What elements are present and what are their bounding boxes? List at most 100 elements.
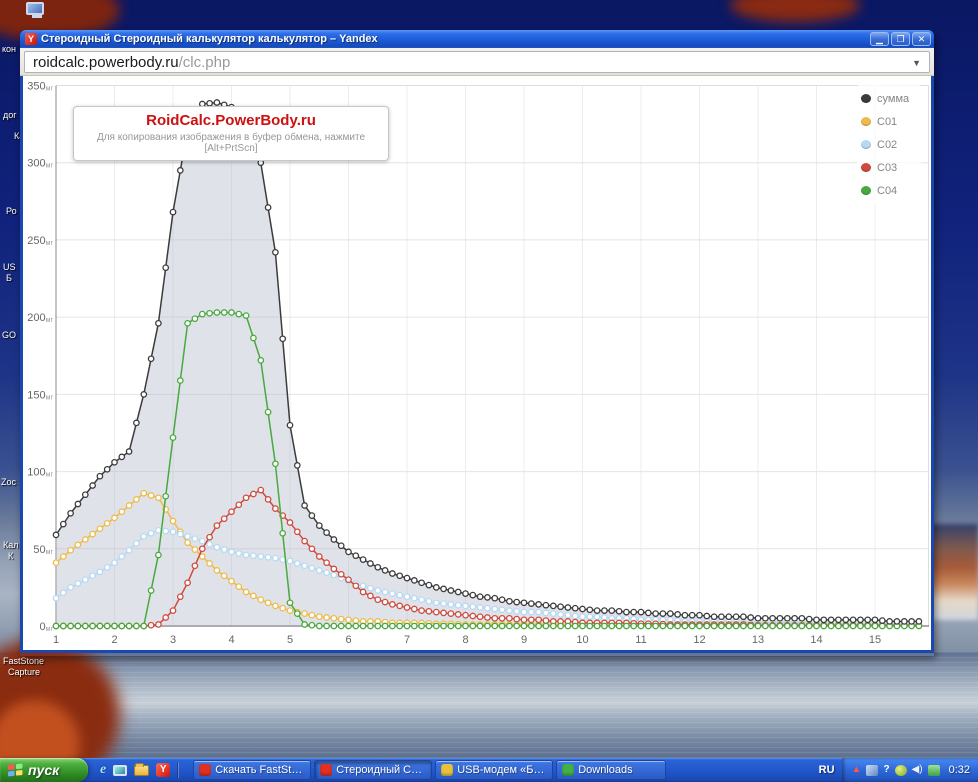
tray-antivirus-icon[interactable] <box>895 765 907 776</box>
legend-item-C01: C01 <box>861 110 917 133</box>
tooltip-subtitle: Для копирования изображения в буфер обме… <box>82 132 380 154</box>
legend-label: сумма <box>877 93 909 105</box>
svg-text:8: 8 <box>462 634 468 646</box>
legend-dot <box>861 117 871 126</box>
svg-text:100мг: 100мг <box>27 467 53 479</box>
language-indicator[interactable]: RU <box>812 762 842 778</box>
internet-icon[interactable]: e <box>100 762 106 778</box>
task-button-1[interactable]: Скачать FastStone ... <box>193 760 311 780</box>
sum-area-fill <box>56 102 919 626</box>
desktop-icon-label[interactable]: GO <box>2 330 16 340</box>
page-content: 0мг50мг100мг150мг200мг250мг300мг350мг123… <box>20 76 934 653</box>
legend-item-сумма: сумма <box>861 87 917 110</box>
yandex-app-icon: Y <box>25 33 37 45</box>
taskbar-clock[interactable]: 0:32 <box>949 764 970 776</box>
svg-text:15: 15 <box>869 634 881 646</box>
display-icon[interactable] <box>113 765 127 776</box>
monitor-icon <box>26 2 44 15</box>
svg-text:13: 13 <box>752 634 764 646</box>
start-button[interactable]: пуск <box>0 758 88 782</box>
quick-launch-divider <box>177 762 179 778</box>
start-label: пуск <box>28 762 59 778</box>
legend-dot <box>861 140 871 149</box>
minimize-button[interactable]: ▁ <box>870 32 889 46</box>
volume-icon[interactable]: ◀) <box>912 765 923 775</box>
svg-text:9: 9 <box>521 634 527 646</box>
legend-item-C03: C03 <box>861 156 917 179</box>
svg-text:7: 7 <box>404 634 410 646</box>
svg-text:10: 10 <box>576 634 588 646</box>
desktop-icon-label[interactable]: кон <box>2 44 16 54</box>
chart-legend: сумма C01C02 C03 C04 <box>857 84 921 205</box>
restore-button[interactable]: ❐ <box>891 32 910 46</box>
trees-right <box>930 524 978 620</box>
desktop-icon-label[interactable]: Zoc <box>1 477 16 487</box>
task-button-4[interactable]: Downloads <box>556 760 666 780</box>
windows-flag-icon <box>8 763 23 777</box>
svg-text:250мг: 250мг <box>27 235 53 247</box>
quick-launch: e Y <box>88 758 187 782</box>
task-label: Скачать FastStone ... <box>215 764 305 776</box>
svg-text:5: 5 <box>287 634 293 646</box>
legend-dot <box>861 94 871 103</box>
svg-text:11: 11 <box>635 634 646 646</box>
legend-label: C03 <box>877 162 897 174</box>
svg-text:1: 1 <box>53 634 59 646</box>
task-label: Downloads <box>578 764 632 776</box>
window-title: Стероидный Стероидный калькулятор кальку… <box>41 33 868 45</box>
task-icon <box>199 764 211 776</box>
task-icon <box>320 764 332 776</box>
water <box>0 652 978 758</box>
close-button[interactable]: ✕ <box>912 32 931 46</box>
desktop-icon-label[interactable]: дог <box>3 110 17 120</box>
tray-network-icon[interactable] <box>928 765 940 776</box>
svg-text:50мг: 50мг <box>33 544 53 556</box>
address-bar[interactable]: roidcalc.powerbody.ru/clc.php ▼ <box>24 51 930 73</box>
browser-chrome: roidcalc.powerbody.ru/clc.php ▼ <box>20 48 934 76</box>
leaves-top-right <box>730 0 860 22</box>
url-path: /clc.php <box>179 54 231 71</box>
task-buttons: Скачать FastStone ... Стероидный Стерои..… <box>193 760 666 780</box>
tray-display-icon[interactable] <box>866 765 878 776</box>
yandex-quicklaunch-icon[interactable]: Y <box>156 763 170 777</box>
task-button-3[interactable]: USB-модем «Билайн» <box>435 760 553 780</box>
folder-icon[interactable] <box>134 765 149 776</box>
svg-text:0мг: 0мг <box>40 621 54 633</box>
chevron-down-icon[interactable]: ▼ <box>912 58 921 68</box>
svg-text:2: 2 <box>111 634 117 646</box>
task-label: USB-модем «Билайн» <box>457 764 547 776</box>
svg-text:150мг: 150мг <box>27 389 53 401</box>
task-icon <box>441 764 453 776</box>
desktop-icon-label[interactable]: К <box>8 551 13 561</box>
tray-alert-icon[interactable]: ▲ <box>852 765 862 775</box>
legend-dot <box>861 163 871 172</box>
svg-text:14: 14 <box>810 634 822 646</box>
desktop-icon-label[interactable]: Б <box>6 273 12 283</box>
taskbar: пуск e Y Скачать FastStone ... Стероидный… <box>0 758 978 782</box>
svg-text:200мг: 200мг <box>27 312 53 324</box>
url-host: roidcalc.powerbody.ru <box>33 54 179 71</box>
desktop-icon-computer[interactable] <box>26 2 48 20</box>
desktop-icon-label[interactable]: Capture <box>8 667 40 677</box>
svg-text:4: 4 <box>228 634 234 646</box>
svg-text:300мг: 300мг <box>27 158 53 170</box>
chart-tooltip: RoidCalc.PowerBody.ru Для копирования из… <box>73 106 389 161</box>
svg-text:12: 12 <box>693 634 705 646</box>
tray-help-icon[interactable]: ? <box>883 765 889 775</box>
task-icon <box>562 764 574 776</box>
task-button-2[interactable]: Стероидный Стерои... <box>314 760 432 780</box>
desktop-icon-label[interactable]: Кал <box>3 540 19 550</box>
desktop-icon-label[interactable]: US <box>3 262 16 272</box>
chart-svg: 0мг50мг100мг150мг200мг250мг300мг350мг123… <box>23 76 931 653</box>
legend-item-C02: C02 <box>861 133 917 156</box>
tooltip-title: RoidCalc.PowerBody.ru <box>82 112 380 129</box>
svg-text:6: 6 <box>345 634 351 646</box>
svg-text:350мг: 350мг <box>27 80 53 92</box>
system-tray: ▲ ? ◀) 0:32 <box>842 758 978 782</box>
task-label: Стероидный Стерои... <box>336 764 426 776</box>
title-bar: Y Стероидный Стероидный калькулятор каль… <box>20 30 934 48</box>
legend-item-C04: C04 <box>861 179 917 202</box>
desktop-icon-label[interactable]: Ро <box>6 206 17 216</box>
desktop-icon-label[interactable]: FastStone <box>3 656 44 666</box>
legend-dot <box>861 186 871 195</box>
